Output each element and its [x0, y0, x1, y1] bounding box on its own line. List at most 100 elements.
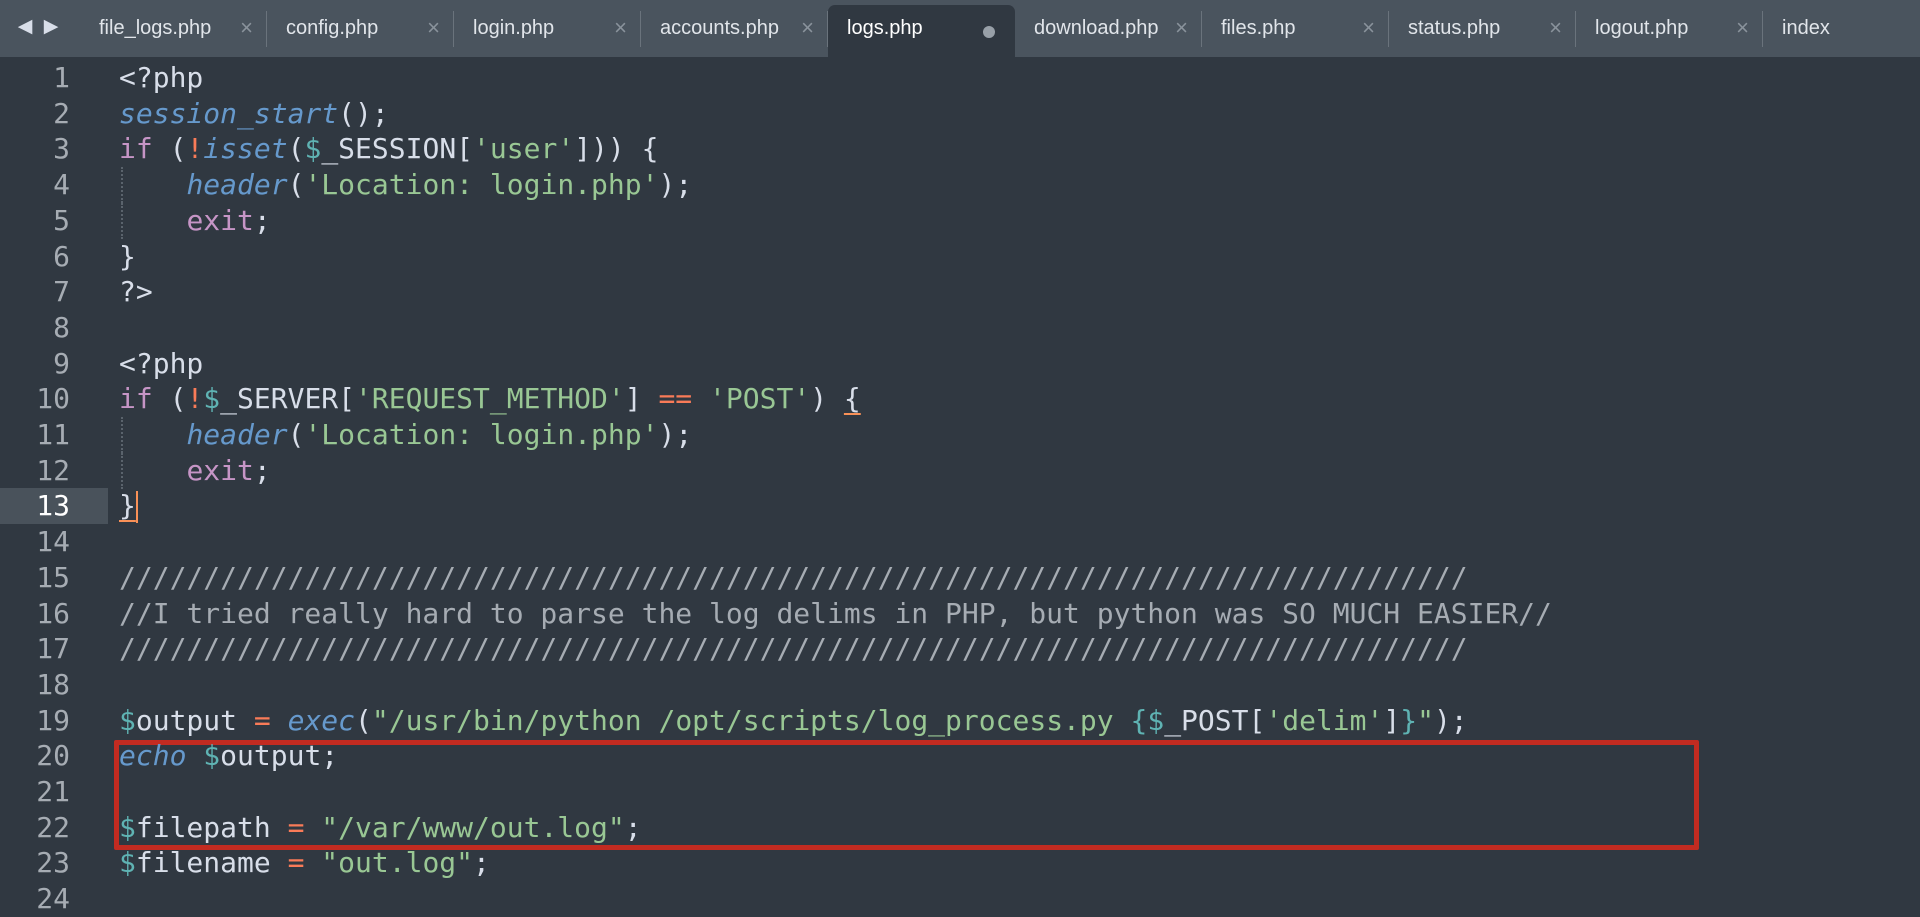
tab-login[interactable]: login.php × [454, 0, 641, 57]
code-line[interactable]: 16 //I tried really hard to parse the log… [0, 596, 1920, 632]
code-line[interactable]: 23 $filename = "out.log"; [0, 845, 1920, 881]
code-token: 'Location: login.php' [304, 168, 659, 202]
code-token: { [843, 382, 861, 416]
tab-status[interactable]: status.php × [1389, 0, 1576, 57]
code-token: ( [152, 382, 187, 416]
line-number: 21 [36, 775, 70, 808]
line-number: 16 [36, 596, 70, 630]
code-token: 'POST' [709, 382, 811, 416]
close-tab-icon[interactable]: × [427, 15, 440, 41]
code-line[interactable]: 4 header('Location: login.php'); [0, 167, 1920, 204]
close-tab-icon[interactable]: × [1175, 15, 1188, 41]
close-tab-icon[interactable]: × [240, 15, 253, 41]
close-tab-icon[interactable]: × [1549, 15, 1562, 41]
line-number: 23 [36, 846, 70, 880]
code-line[interactable]: 11 header('Location: login.php'); [0, 417, 1920, 453]
code-line[interactable]: 7 ?> [0, 274, 1920, 310]
code-token: 'REQUEST_METHOD' [355, 382, 625, 416]
code-token: ( [287, 418, 305, 451]
code-line[interactable]: 20 echo $output; [0, 738, 1920, 774]
code-line[interactable]: 8 [0, 310, 1920, 346]
code-line[interactable]: 18 [0, 667, 1920, 703]
line-number: 24 [36, 882, 70, 916]
code-token: $ [119, 703, 136, 737]
code-token: exec [287, 703, 356, 737]
tab-file-logs[interactable]: file_logs.php × [80, 0, 267, 57]
line-number: 13 [36, 489, 70, 523]
line-number: 8 [53, 310, 70, 344]
code-token: exit [186, 453, 254, 487]
code-token: header [186, 418, 288, 451]
code-line[interactable]: 12 exit; [0, 452, 1920, 489]
tab-download[interactable]: download.php × [1015, 0, 1202, 57]
tab-logout[interactable]: logout.php × [1576, 0, 1763, 57]
code-line[interactable]: 6} [0, 239, 1920, 275]
code-line[interactable]: 2 session_start(); [0, 96, 1920, 132]
code-text: exit; [119, 453, 271, 489]
code-line[interactable]: 1 <?php [0, 60, 1920, 96]
code-token: echo [119, 739, 187, 773]
tab-prev-arrow-icon[interactable]: ◀ [16, 16, 34, 38]
code-token: } [1400, 703, 1418, 737]
line-number: 6 [53, 239, 70, 273]
code-line[interactable]: 17 //////////////////////////////////////… [0, 631, 1920, 667]
close-tab-icon[interactable]: × [1362, 15, 1375, 41]
code-token: ( [287, 132, 305, 166]
close-tab-icon[interactable]: × [1736, 15, 1749, 41]
code-line[interactable]: 15 //////////////////////////////////////… [0, 560, 1920, 596]
code-line[interactable]: 3 if (!isset($_SESSION['user'])) { [0, 131, 1920, 167]
line-number: 15 [36, 560, 70, 594]
tab-config[interactable]: config.php × [267, 0, 454, 57]
code-token: session_start [119, 96, 339, 130]
code-token: ( [152, 132, 187, 166]
code-text: if (!isset($_SESSION['user'])) { [119, 131, 658, 167]
line-number: 1 [53, 61, 70, 94]
unsaved-dot-icon[interactable] [983, 26, 995, 38]
code-line[interactable]: 5 exit; [0, 202, 1920, 239]
code-line[interactable]: 21 [0, 774, 1920, 810]
tab-label: config.php [286, 17, 379, 39]
code-token: $ [1147, 703, 1165, 737]
code-token: == [658, 382, 693, 416]
code-token: $ [203, 382, 221, 416]
code-token: exit [186, 203, 254, 237]
code-token: ) [810, 382, 844, 416]
tab-label: status.php [1408, 17, 1501, 39]
code-token: ( [355, 703, 372, 737]
tab-next-arrow-icon[interactable]: ▶ [42, 16, 60, 38]
code-token: ; [253, 203, 271, 237]
code-token: if [119, 132, 153, 166]
tab-logs[interactable]: logs.php [828, 5, 1015, 57]
code-token: ; [253, 453, 271, 487]
close-tab-icon[interactable]: × [614, 15, 627, 41]
tab-label: login.php [473, 17, 555, 39]
code-token: filepath [135, 810, 288, 844]
code-token: ( [287, 168, 305, 202]
code-line[interactable]: 14 [0, 524, 1920, 560]
text-cursor [135, 491, 138, 524]
code-token: <?php [119, 346, 204, 380]
code-text: ?> [119, 274, 153, 310]
close-tab-icon[interactable]: × [801, 15, 814, 41]
code-line[interactable]: 19 $output = exec("/usr/bin/python /opt/s… [0, 703, 1920, 739]
code-text: $filepath = "/var/www/out.log"; [119, 810, 642, 846]
tab-index[interactable]: index [1763, 0, 1920, 57]
code-line[interactable]: 9 <?php [0, 346, 1920, 382]
code-line[interactable]: 24 [0, 881, 1920, 917]
code-token: " [1417, 703, 1434, 737]
code-token: filename [135, 846, 288, 880]
code-token: ?> [119, 275, 153, 309]
code-editor[interactable]: 1 <?php 2 session_start(); 3 if (!isset($_SES… [0, 57, 1920, 915]
tab-files[interactable]: files.php × [1202, 0, 1389, 57]
tab-accounts[interactable]: accounts.php × [641, 0, 828, 57]
code-line[interactable]: 13} [0, 488, 1920, 525]
code-line[interactable]: 22 $filepath = "/var/www/out.log"; [0, 810, 1920, 846]
code-token: ); [658, 418, 693, 451]
code-line[interactable]: 10 if (!$_SERVER['REQUEST_METHOD'] == 'PO… [0, 381, 1920, 417]
tab-label: download.php [1034, 17, 1159, 39]
